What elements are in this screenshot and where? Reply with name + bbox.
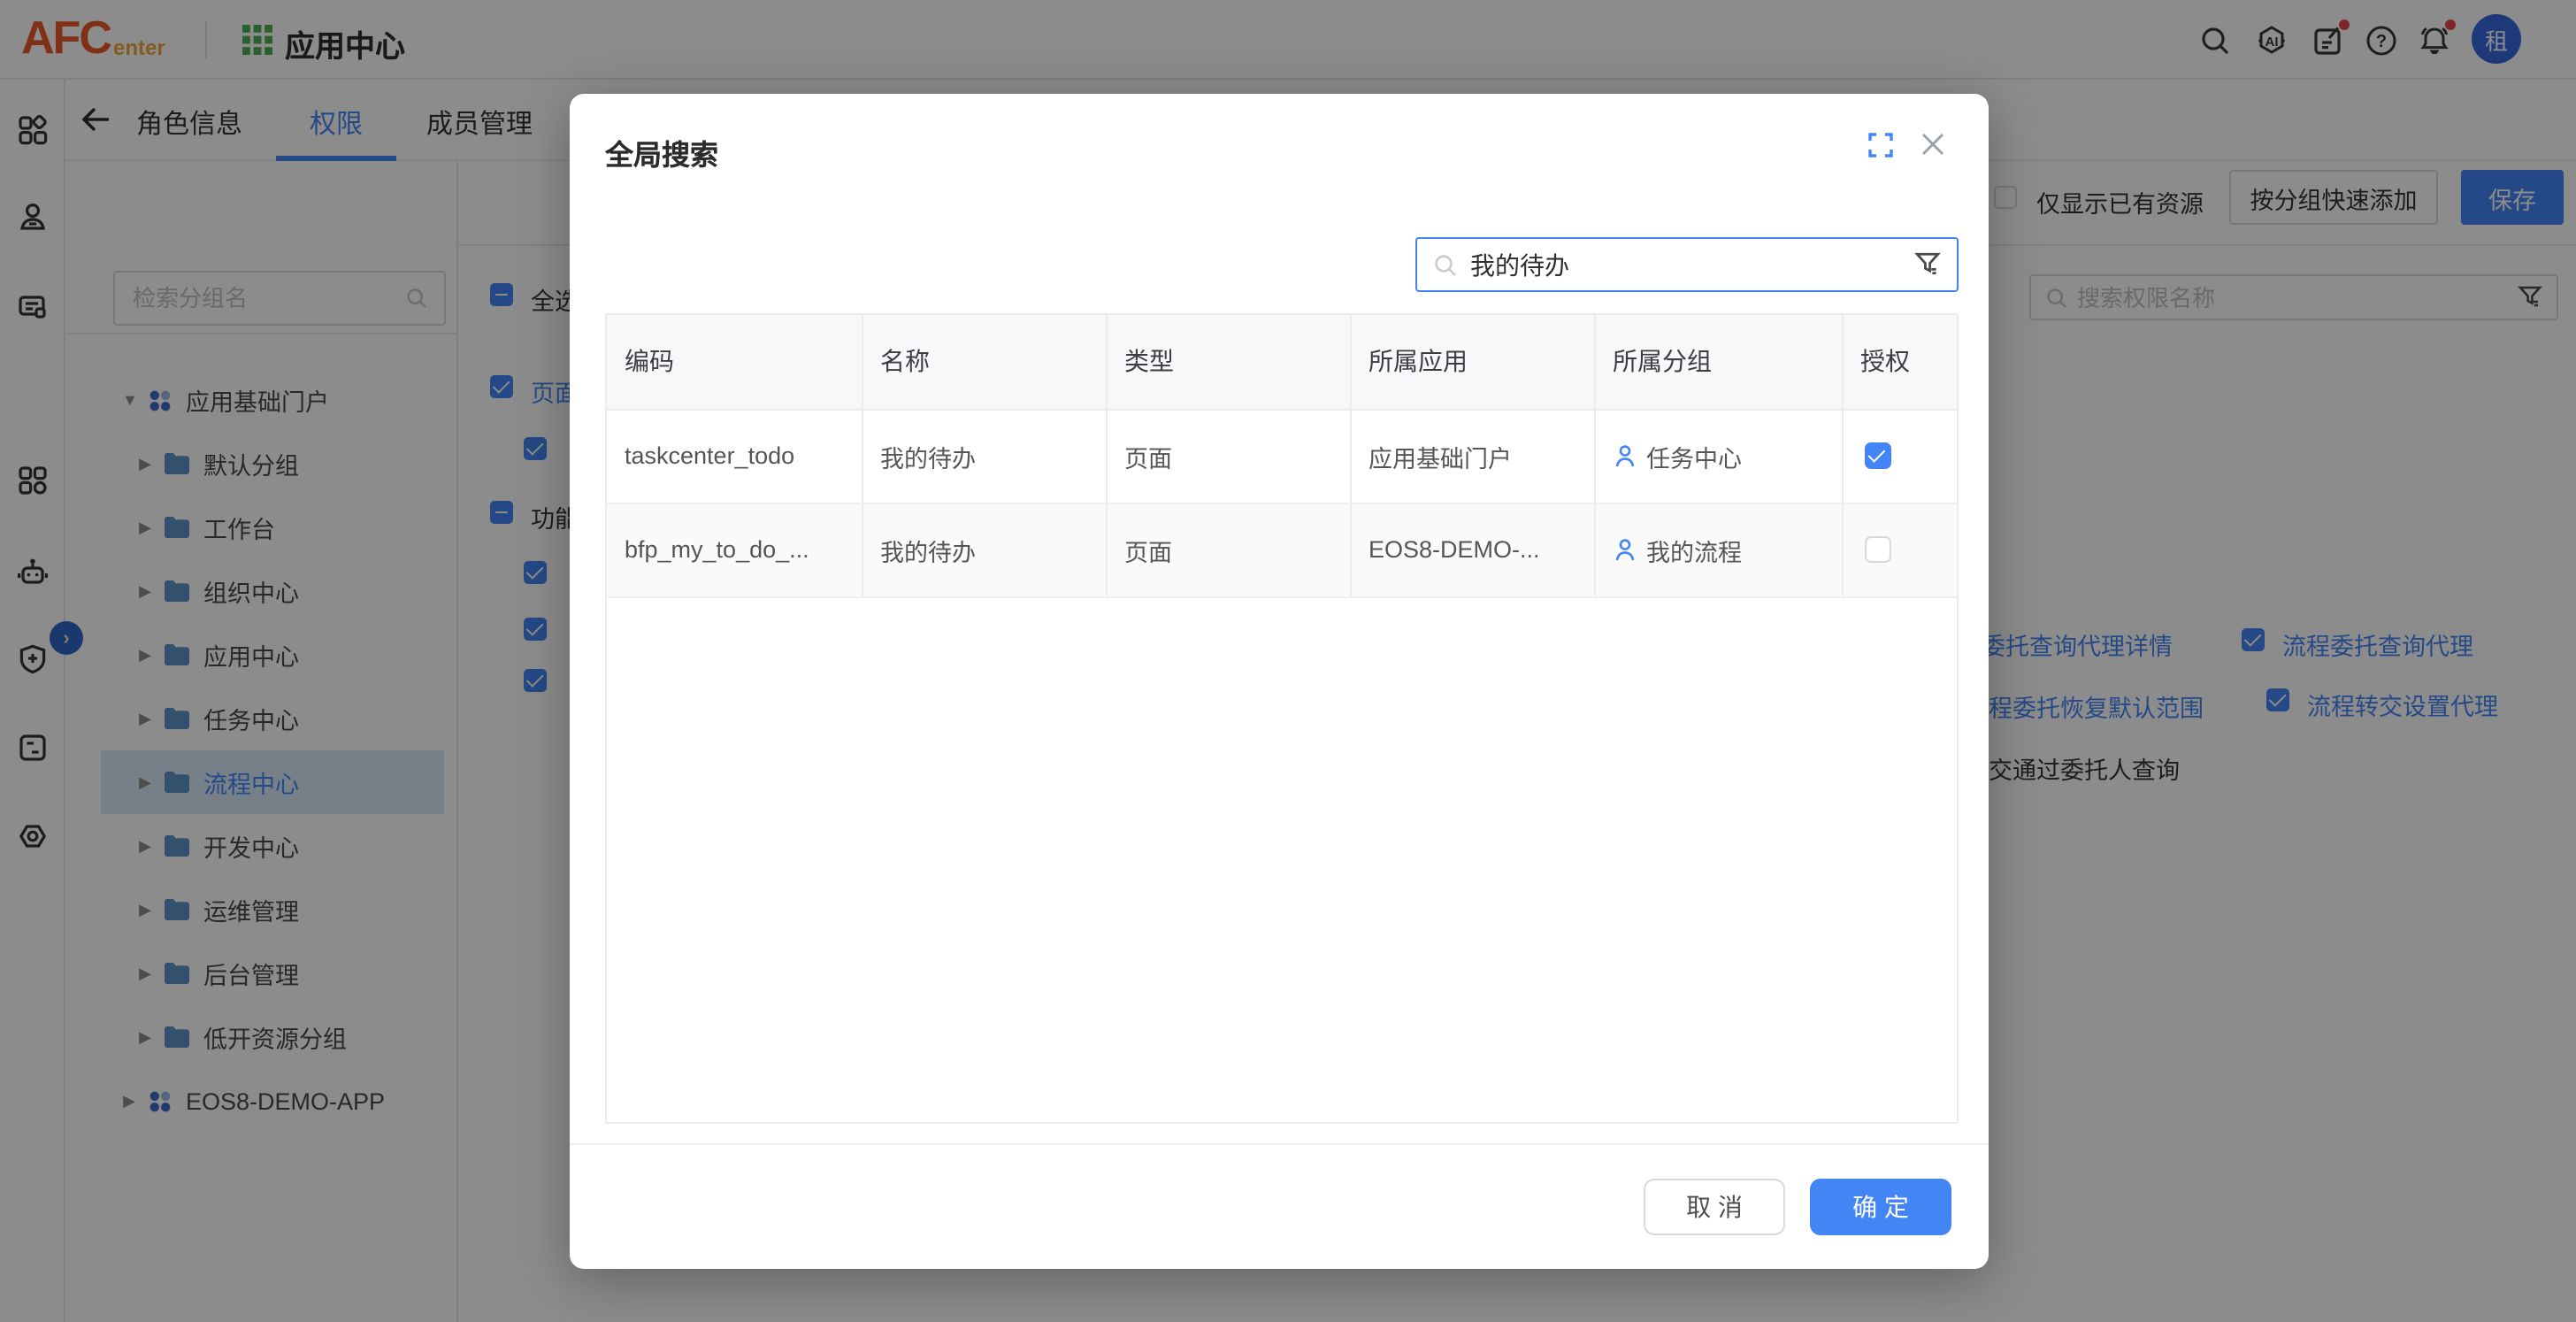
filter-funnel-icon[interactable] — [1914, 251, 1941, 278]
group-person-icon — [1613, 443, 1636, 468]
table-row: taskcenter_todo 我的待办 页面 应用基础门户 任务中心 — [607, 409, 1957, 503]
cell-type: 页面 — [1106, 409, 1350, 503]
close-icon[interactable] — [1920, 131, 1946, 158]
col-header-type: 类型 — [1106, 315, 1350, 409]
cancel-button[interactable]: 取 消 — [1644, 1179, 1785, 1235]
col-header-app: 所属应用 — [1350, 315, 1594, 409]
col-header-name: 名称 — [862, 315, 1106, 409]
cell-app: EOS8-DEMO-... — [1350, 503, 1594, 596]
app-stage: AFC enter 应用中心 AI — [0, 0, 2576, 1322]
cell-authorize — [1842, 503, 1957, 596]
global-search-modal: 全局搜索 — [570, 94, 1989, 1269]
cell-authorize — [1842, 409, 1957, 503]
fullscreen-icon[interactable] — [1868, 133, 1893, 158]
search-icon — [1433, 253, 1458, 278]
cell-code: taskcenter_todo — [607, 409, 862, 503]
global-search-input[interactable] — [1470, 239, 1895, 290]
group-name: 任务中心 — [1646, 438, 1742, 473]
search-results-table: 编码 名称 类型 所属应用 所属分组 授权 taskcenter_todo 我的… — [605, 313, 1959, 1124]
authorize-checkbox[interactable] — [1864, 536, 1890, 563]
col-header-code: 编码 — [607, 315, 862, 409]
cell-name: 我的待办 — [862, 409, 1106, 503]
table-header-row: 编码 名称 类型 所属应用 所属分组 授权 — [607, 315, 1957, 409]
table-row: bfp_my_to_do_... 我的待办 页面 EOS8-DEMO-... 我… — [607, 503, 1957, 596]
cell-name: 我的待办 — [862, 503, 1106, 596]
group-person-icon — [1613, 537, 1636, 562]
cell-type: 页面 — [1106, 503, 1350, 596]
global-search-box[interactable] — [1415, 237, 1959, 292]
screenshot-viewport: AFC enter 应用中心 AI — [0, 0, 2576, 1322]
modal-title: 全局搜索 — [605, 131, 718, 173]
group-name: 我的流程 — [1646, 532, 1742, 567]
cell-app: 应用基础门户 — [1350, 409, 1594, 503]
confirm-button[interactable]: 确 定 — [1810, 1179, 1951, 1235]
cell-group: 任务中心 — [1594, 409, 1842, 503]
cell-group: 我的流程 — [1594, 503, 1842, 596]
col-header-authorize: 授权 — [1842, 315, 1957, 409]
modal-footer-divider — [570, 1143, 1989, 1145]
col-header-group: 所属分组 — [1594, 315, 1842, 409]
authorize-checkbox[interactable] — [1864, 442, 1890, 469]
cell-code: bfp_my_to_do_... — [607, 503, 862, 596]
